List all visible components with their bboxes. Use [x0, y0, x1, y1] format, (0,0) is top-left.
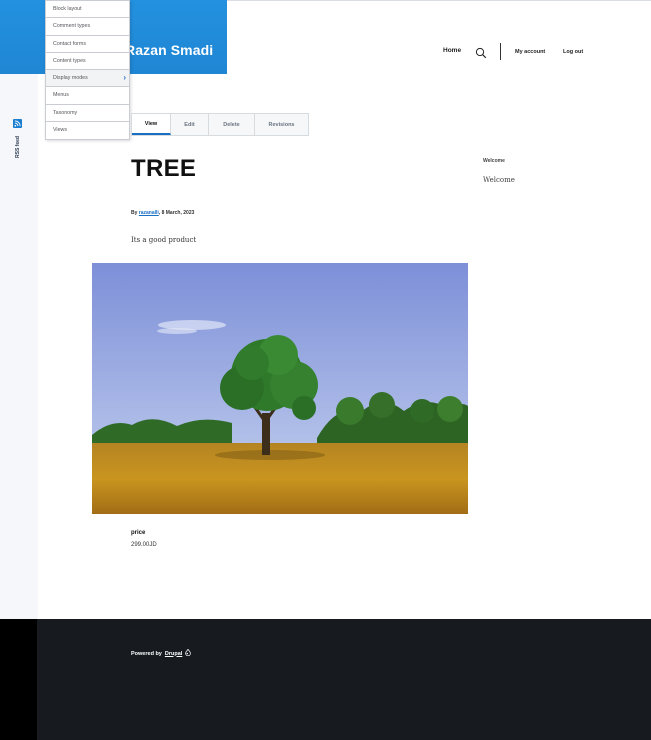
byline-prefix: By [131, 210, 138, 216]
footer-left-rail [0, 619, 37, 740]
node-body: Its a good product [131, 236, 197, 244]
nav-home-link[interactable]: Home [443, 47, 461, 54]
menu-item-taxonomy[interactable]: Taxonomy [46, 105, 129, 123]
site-footer [0, 619, 651, 740]
page-title: TREE [131, 155, 197, 182]
node-image [92, 263, 468, 514]
menu-item-label: Display modes [53, 75, 88, 82]
log-out-link[interactable]: Log out [563, 49, 583, 55]
rss-feed-link[interactable]: RSS feed [13, 119, 23, 161]
powered-by: Powered by Drupal [131, 648, 192, 658]
left-rail [0, 0, 38, 619]
my-account-link[interactable]: My account [515, 49, 545, 55]
menu-item-comment-types[interactable]: Comment types [46, 18, 129, 36]
drupal-link[interactable]: Drupal [165, 651, 182, 657]
menu-item-display-modes[interactable]: Display modes › [46, 70, 129, 88]
menu-item-block-layout[interactable]: Block layout [46, 1, 129, 19]
node-byline: By razanalli, 8 March, 2023 [131, 210, 194, 216]
menu-item-views[interactable]: Views [46, 122, 129, 138]
drupal-drop-icon [185, 648, 192, 658]
admin-structure-menu: Block layout Comment types Contact forms… [45, 0, 130, 140]
sidebar-block-text: Welcome [483, 176, 515, 184]
menu-item-contact-forms[interactable]: Contact forms [46, 36, 129, 53]
price-value: 299.00JD [131, 542, 157, 548]
author-link[interactable]: razanalli [139, 210, 159, 216]
sidebar-block-title: Welcome [483, 158, 505, 164]
nav-divider [500, 43, 501, 60]
post-date: , 8 March, 2023 [158, 210, 195, 216]
tab-edit[interactable]: Edit [171, 114, 209, 135]
menu-item-content-types[interactable]: Content types [46, 53, 129, 71]
local-tasks-tabs: View Edit Delete Revisions [131, 113, 309, 136]
site-name[interactable]: Razan Smadi [125, 42, 213, 58]
price-label: price [131, 530, 146, 536]
powered-by-label: Powered by [131, 650, 162, 657]
tab-delete[interactable]: Delete [209, 114, 255, 135]
tab-view[interactable]: View [132, 114, 171, 135]
tab-revisions[interactable]: Revisions [255, 114, 308, 135]
search-icon[interactable] [475, 46, 487, 59]
rss-feed-label: RSS feed [15, 136, 21, 158]
menu-item-menus[interactable]: Menus [46, 87, 129, 105]
chevron-right-icon: › [123, 73, 126, 83]
rss-icon [13, 119, 22, 128]
